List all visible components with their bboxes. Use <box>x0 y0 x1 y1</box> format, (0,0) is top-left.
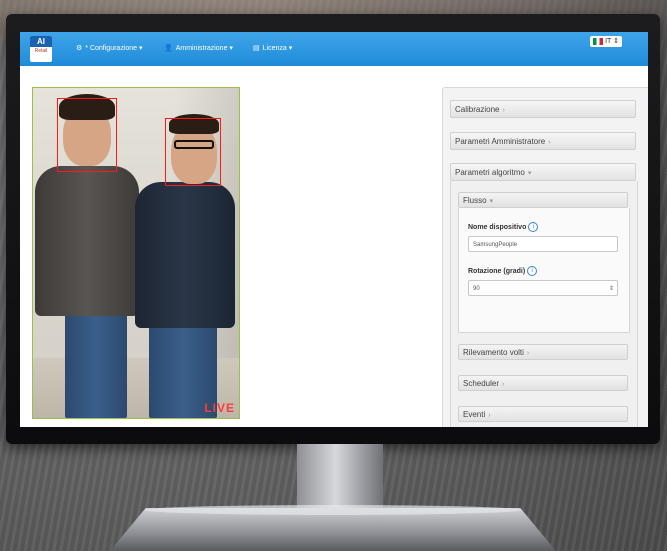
chevron-right-icon: › <box>488 412 491 419</box>
nome-dispositivo-input[interactable]: SamsungPeople <box>468 236 618 252</box>
monitor-stand-base-highlight <box>145 505 521 515</box>
menu-licenza[interactable]: ▤ Licenza ▾ <box>253 44 292 52</box>
accordion-eventi-label: Eventi <box>463 410 486 419</box>
info-icon[interactable]: i <box>528 222 539 232</box>
accordion-calibrazione[interactable]: Calibrazione › <box>450 100 636 118</box>
nome-dispositivo-label-text: Nome dispositivo <box>468 223 527 231</box>
nome-dispositivo-label: Nome dispositivo i <box>468 222 539 232</box>
accordion-rilevamento-volti-label: Rilevamento volti <box>463 348 524 357</box>
app-logo[interactable]: AI Retail <box>30 36 52 62</box>
accordion-calibrazione-label: Calibrazione <box>455 105 500 114</box>
rotazione-select[interactable]: 90 ⇕ <box>468 280 618 296</box>
face-detection-box <box>57 98 117 172</box>
menu-licenza-label: Licenza <box>262 45 287 52</box>
accordion-flusso-label: Flusso <box>463 196 487 205</box>
rotazione-value: 90 <box>473 286 480 292</box>
accordion-parametri-amministratore-label: Parametri Amministratore <box>455 137 546 146</box>
gear-icon: ⚙ <box>76 45 83 52</box>
license-icon: ▤ <box>253 45 260 52</box>
logo-text: AI <box>30 36 52 47</box>
accordion-parametri-algoritmo[interactable]: Parametri algoritmo ▾ <box>450 163 636 181</box>
rotazione-label: Rotazione (gradi) i <box>468 266 538 276</box>
italy-flag-icon <box>593 37 604 45</box>
accordion-flusso[interactable]: Flusso ▾ <box>458 192 628 208</box>
menu-configurazione-prefix: * <box>85 45 89 52</box>
menu-configurazione-label: Configurazione <box>89 45 138 52</box>
menu-amministrazione[interactable]: 👤 Amministrazione ▾ <box>164 44 233 52</box>
language-selector[interactable]: IT ⇕ <box>590 36 622 47</box>
select-arrows-icon: ⇕ <box>608 286 614 292</box>
accordion-eventi[interactable]: Eventi › <box>458 406 628 422</box>
caret-down-icon: ▾ <box>229 45 233 52</box>
chevron-down-icon: ▾ <box>527 170 532 177</box>
monitor-stand-neck <box>297 444 383 514</box>
caret-down-icon: ▾ <box>139 45 143 52</box>
person-left-sweater <box>35 166 139 316</box>
language-label: IT <box>605 38 612 45</box>
chevron-down-icon: ▾ <box>489 198 494 205</box>
accordion-rilevamento-volti[interactable]: Rilevamento volti › <box>458 344 628 360</box>
accordion-parametri-algoritmo-label: Parametri algoritmo <box>455 168 525 177</box>
user-icon: 👤 <box>164 45 173 52</box>
camera-live-feed: LIVE <box>32 87 240 419</box>
select-arrows-icon: ⇕ <box>613 38 619 45</box>
chevron-right-icon: › <box>502 381 505 388</box>
person-right-sweater <box>135 182 235 328</box>
live-overlay-label: LIVE <box>204 401 235 415</box>
nome-dispositivo-value: SamsungPeople <box>473 242 518 248</box>
top-navbar: AI Retail ⚙ * Configurazione ▾ 👤 Amministr… <box>20 32 648 66</box>
person-left-jeans <box>65 308 127 418</box>
menu-amministrazione-label: Amministrazione <box>175 45 228 52</box>
monitor-screen: AI Retail ⚙ * Configurazione ▾ 👤 Amministr… <box>20 32 648 427</box>
info-icon[interactable]: i <box>527 266 538 276</box>
chevron-right-icon: › <box>526 350 530 357</box>
rotazione-label-text: Rotazione (gradi) <box>468 267 526 275</box>
menu-configurazione[interactable]: ⚙ * Configurazione ▾ <box>76 44 143 52</box>
logo-subtext: Retail <box>34 48 48 54</box>
accordion-scheduler-label: Scheduler <box>463 379 500 388</box>
chevron-right-icon: › <box>548 139 551 146</box>
caret-down-icon: ▾ <box>288 45 293 52</box>
face-detection-box <box>165 118 221 186</box>
accordion-parametri-amministratore[interactable]: Parametri Amministratore › <box>450 132 636 150</box>
accordion-scheduler[interactable]: Scheduler › <box>458 375 628 391</box>
chevron-right-icon: › <box>502 107 505 114</box>
